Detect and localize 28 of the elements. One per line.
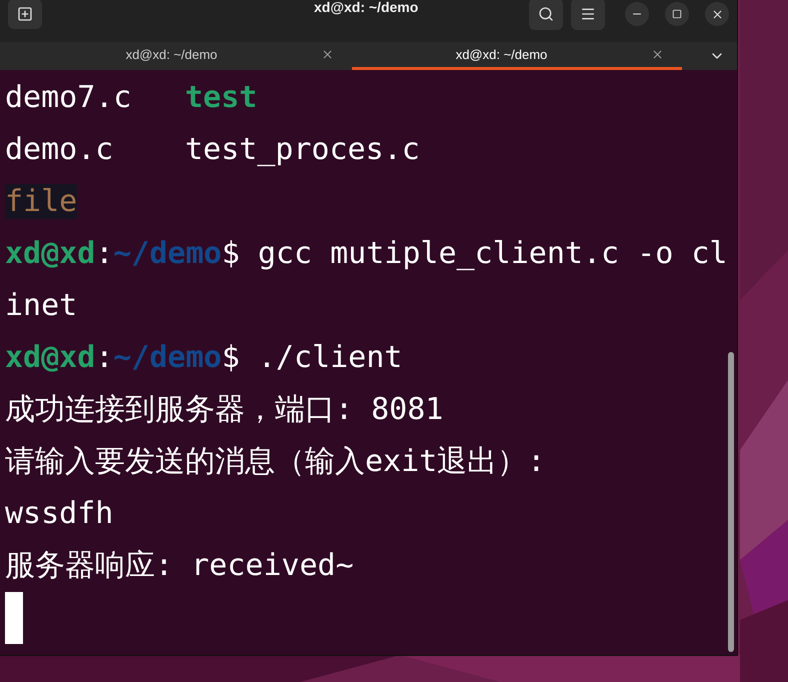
file-name: demo.c <box>5 132 114 167</box>
output-line: 成功连接到服务器，端口: 8081 <box>5 391 444 429</box>
maximize-button[interactable] <box>665 2 689 26</box>
file-name: test <box>185 80 258 115</box>
new-tab-icon <box>17 6 33 22</box>
close-tab-icon <box>321 48 334 61</box>
text-cursor <box>5 592 23 644</box>
maximize-icon <box>672 9 682 19</box>
window-title: xd@xd: ~/demo <box>314 0 418 17</box>
tab[interactable]: xd@xd: ~/demo <box>352 42 682 70</box>
search-button[interactable] <box>529 0 563 30</box>
menu-icon <box>580 6 596 22</box>
tab[interactable]: xd@xd: ~/demo <box>22 42 352 70</box>
file-name: file <box>5 184 78 219</box>
output-line: wssdfh <box>5 495 114 533</box>
close-icon <box>710 8 724 20</box>
close-button[interactable] <box>705 2 729 26</box>
close-tab-icon <box>651 48 664 61</box>
output-line: 请输入要发送的消息（输入exit退出）: <box>5 443 546 481</box>
file-name: test_proces.c <box>185 132 420 167</box>
file-name: demo7.c <box>5 80 132 115</box>
command-line: xd@xd:~/demo$ ./client <box>5 339 404 377</box>
command-line: xd@xd:~/demo$ gcc mutiple_client.c -o cl <box>5 235 728 273</box>
menu-button[interactable] <box>571 0 605 30</box>
output-line: 服务器响应: received~ <box>5 547 354 585</box>
new-tab-button[interactable] <box>8 0 42 29</box>
output-line: inet <box>5 287 78 325</box>
search-icon <box>538 6 554 22</box>
